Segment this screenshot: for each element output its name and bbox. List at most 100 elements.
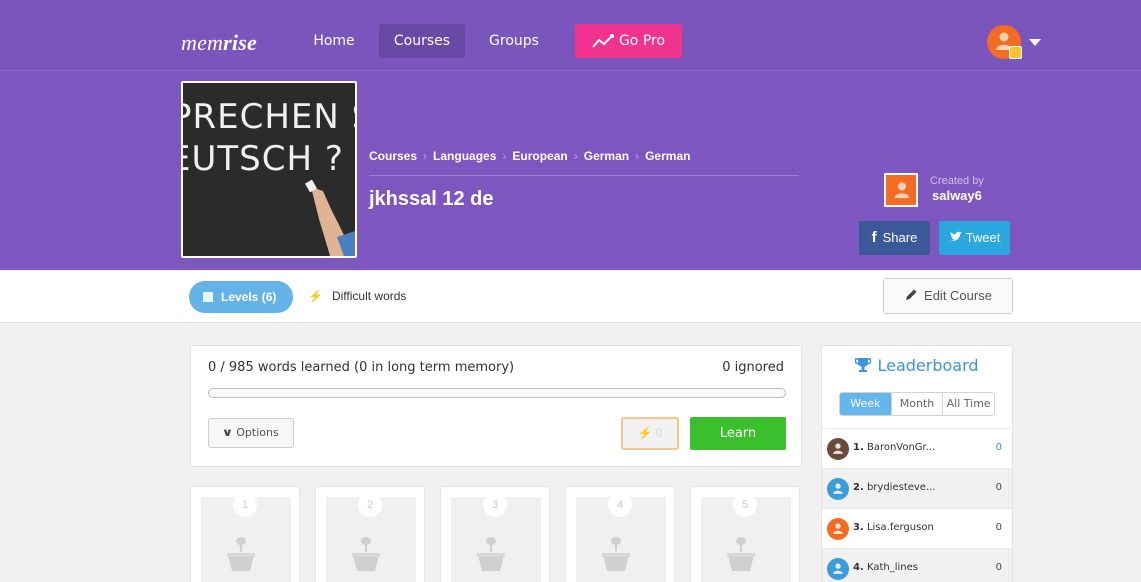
seedling-pot-icon (477, 537, 505, 571)
learn-button[interactable]: Learn (690, 417, 786, 450)
leaderboard-panel: Leaderboard Week Month All Time 1. Baron… (821, 345, 1013, 582)
nav-home[interactable]: Home (302, 24, 366, 58)
progress-bar (208, 388, 786, 398)
pro-badge-icon (1009, 46, 1022, 59)
seedling-pot-icon (727, 537, 755, 571)
level-tile[interactable]: 2 (315, 486, 425, 582)
pencil-icon (906, 289, 917, 300)
course-title: jkhssal 12 de (369, 188, 494, 210)
tweet-label: Tweet (965, 230, 1001, 245)
leaderboard-avatar (827, 478, 849, 500)
course-image: PRECHEN SI EUTSCH ? (181, 81, 357, 258)
ignored-count[interactable]: 0 ignored (722, 360, 784, 375)
leaderboard-name: 1. BaronVonGr... (853, 442, 936, 453)
go-pro-label: Go Pro (618, 33, 666, 49)
leaderboard-name: 3. Lisa.ferguson (853, 522, 934, 533)
leaderboard-name: 2. brydiesteve... (853, 482, 936, 493)
nav-groups[interactable]: Groups (478, 24, 550, 58)
level-plant (725, 535, 757, 580)
divider (369, 175, 799, 176)
level-number: 3 (483, 493, 507, 517)
chevron-down-icon: ∨ (221, 426, 234, 439)
trophy-icon (855, 358, 872, 372)
hand-with-chalk-icon (305, 179, 355, 256)
options-button[interactable]: ∨ Options (208, 418, 294, 448)
creator-name-link[interactable]: salway6 (932, 188, 982, 203)
user-menu[interactable] (987, 25, 1047, 63)
created-by-label: Created by (930, 175, 984, 187)
level-plant (350, 535, 382, 580)
lightning-icon: ⚡ (308, 289, 323, 303)
level-tile[interactable]: 3 (440, 486, 550, 582)
tab-difficult-words[interactable]: ⚡ Difficult words (308, 289, 406, 303)
difficult-words-review-button[interactable]: ⚡ 0 (621, 417, 679, 450)
share-label: Share (882, 230, 918, 245)
level-number: 4 (608, 493, 632, 517)
course-tabs: Levels (6) ⚡ Difficult words Edit Course (0, 271, 1141, 323)
leaderboard-row[interactable]: 3. Lisa.ferguson 0 (822, 508, 1012, 548)
chalk-text-line1: PRECHEN SI (181, 97, 355, 137)
seedling-pot-icon (227, 537, 255, 571)
leaderboard-score: 0 (995, 562, 1002, 573)
seedling-pot-icon (602, 537, 630, 571)
chevron-right-icon: › (635, 149, 640, 163)
leaderboard-row[interactable]: 4. Kath_lines 0 (822, 548, 1012, 582)
nav-courses[interactable]: Courses (379, 24, 465, 58)
breadcrumb-languages[interactable]: Languages (433, 149, 496, 163)
level-number: 5 (733, 493, 757, 517)
tab-difficult-label: Difficult words (331, 289, 407, 303)
list-icon (203, 292, 213, 302)
level-tile[interactable]: 1 (190, 486, 300, 582)
user-icon (833, 443, 843, 454)
leaderboard-row[interactable]: 2. brydiesteve... 0 (822, 468, 1012, 508)
tab-all-time[interactable]: All Time (942, 393, 994, 415)
leaderboard-row[interactable]: 1. BaronVonGr... 0 (822, 428, 1012, 468)
user-icon (833, 483, 843, 494)
leaderboard-title: Leaderboard (822, 356, 1012, 375)
tab-levels-label: Levels (6) (221, 290, 277, 304)
chevron-right-icon: › (573, 149, 578, 163)
user-icon (833, 563, 843, 574)
lightning-icon: ⚡ (637, 426, 656, 440)
tab-week[interactable]: Week (840, 393, 891, 415)
leaderboard-score: 0 (995, 442, 1002, 453)
facebook-icon: f (871, 229, 877, 246)
difficult-count: 0 (655, 426, 663, 440)
tab-month[interactable]: Month (890, 393, 943, 415)
nav-go-pro-button[interactable]: Go Pro (575, 24, 682, 58)
level-plant (600, 535, 632, 580)
level-plant (475, 535, 507, 580)
options-label: Options (236, 426, 279, 439)
facebook-share-button[interactable]: f Share (859, 221, 930, 255)
leaderboard-score: 0 (995, 482, 1002, 493)
level-number: 1 (233, 493, 257, 517)
breadcrumb-german-course[interactable]: German (645, 149, 690, 163)
leaderboard-avatar (827, 438, 849, 460)
chart-line-icon (592, 34, 614, 48)
user-icon (894, 182, 910, 199)
edit-course-button[interactable]: Edit Course (883, 278, 1013, 314)
top-navbar: memrise Home Courses Groups Go Pro (0, 0, 1141, 70)
edit-course-label: Edit Course (924, 288, 992, 303)
leaderboard-avatar (827, 518, 849, 540)
progress-card: 0 / 985 words learned (0 in long term me… (190, 345, 802, 467)
chevron-right-icon: › (423, 149, 428, 163)
level-tile[interactable]: 5 (690, 486, 800, 582)
leaderboard-name: 4. Kath_lines (853, 562, 918, 573)
leaderboard-period-tabs: Week Month All Time (839, 392, 995, 416)
level-plant (225, 535, 257, 580)
twitter-tweet-button[interactable]: Tweet (939, 221, 1010, 255)
level-number: 2 (358, 493, 382, 517)
memrise-logo[interactable]: memrise (181, 30, 257, 56)
creator-avatar[interactable] (884, 173, 918, 207)
breadcrumb-european[interactable]: European (512, 149, 567, 163)
breadcrumb-german[interactable]: German (584, 149, 629, 163)
breadcrumb-courses[interactable]: Courses (369, 149, 417, 163)
twitter-bird-icon (949, 231, 962, 241)
chalk-text-line2: EUTSCH ? (181, 139, 344, 179)
course-header: PRECHEN SI EUTSCH ? Courses › Languages › Eu… (0, 70, 1141, 270)
tab-levels[interactable]: Levels (6) (189, 281, 293, 313)
leaderboard-score: 0 (995, 522, 1002, 533)
level-tile[interactable]: 4 (565, 486, 675, 582)
seedling-pot-icon (352, 537, 380, 571)
